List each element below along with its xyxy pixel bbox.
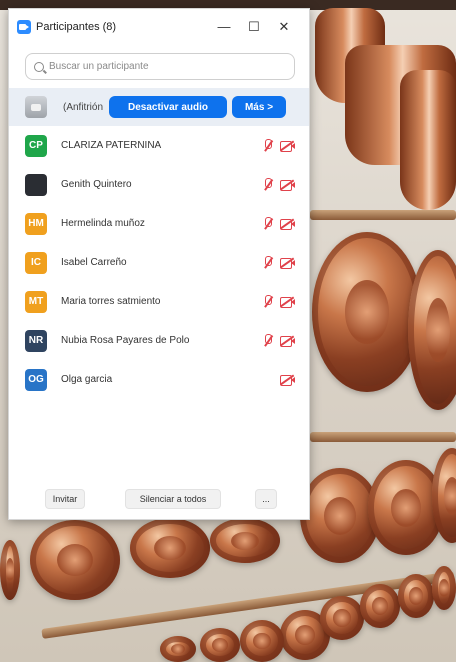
copper-mold <box>200 628 240 662</box>
video-off-icon <box>280 374 295 386</box>
avatar: IC <box>25 251 47 274</box>
footer-bar: Invitar Silenciar a todos ... <box>9 479 309 519</box>
mute-all-button[interactable]: Silenciar a todos <box>125 489 221 509</box>
avatar <box>25 173 47 196</box>
wall-rail <box>310 432 456 442</box>
list-item[interactable]: IC Isabel Carreño <box>9 243 309 282</box>
mic-muted-icon <box>262 139 274 152</box>
list-item[interactable]: OG Olga garcia <box>9 360 309 399</box>
list-item[interactable]: Genith Quintero <box>9 165 309 204</box>
invite-button[interactable]: Invitar <box>45 489 85 509</box>
participant-status <box>262 217 295 230</box>
participant-name: Olga garcia <box>61 374 113 385</box>
list-item[interactable]: NR Nubia Rosa Payares de Polo <box>9 321 309 360</box>
participant-status <box>280 374 295 386</box>
zoom-camera-icon <box>17 20 31 34</box>
copper-mold <box>432 566 456 610</box>
copper-mold <box>0 540 20 600</box>
participants-window: Participantes (8) — ☐ ✕ (Anfitrión Desac… <box>8 8 310 520</box>
maximize-button[interactable]: ☐ <box>239 9 269 45</box>
more-button[interactable]: Más > <box>232 96 287 118</box>
copper-cup <box>400 70 456 210</box>
host-name: (Anfitrión <box>63 101 104 113</box>
video-off-icon <box>280 257 295 269</box>
participant-status <box>262 178 295 191</box>
copper-mold <box>312 232 422 392</box>
mic-muted-icon <box>262 256 274 269</box>
copper-mold <box>210 518 280 563</box>
search-input[interactable] <box>49 61 289 72</box>
video-off-icon <box>280 140 295 152</box>
avatar: NR <box>25 329 47 352</box>
copper-mold <box>240 620 284 662</box>
video-off-icon <box>280 179 295 191</box>
avatar: CP <box>25 134 47 157</box>
list-item[interactable]: HM Hermelinda muñoz <box>9 204 309 243</box>
copper-mold <box>160 636 196 662</box>
copper-mold <box>360 584 400 628</box>
copper-mold <box>130 518 210 578</box>
search-box[interactable] <box>25 53 295 80</box>
list-item[interactable]: MT Maria torres satmiento <box>9 282 309 321</box>
minimize-button[interactable]: — <box>209 9 239 45</box>
mic-muted-icon <box>262 217 274 230</box>
wall-rail <box>310 210 456 220</box>
video-off-icon <box>280 218 295 230</box>
avatar: HM <box>25 212 47 235</box>
list-item[interactable]: CP CLARIZA PATERNINA <box>9 126 309 165</box>
mic-muted-icon <box>262 334 274 347</box>
title-bar[interactable]: Participantes (8) — ☐ ✕ <box>9 9 309 45</box>
avatar <box>25 96 47 118</box>
more-options-button[interactable]: ... <box>255 489 277 509</box>
avatar: MT <box>25 290 47 313</box>
mic-muted-icon <box>262 295 274 308</box>
video-off-icon <box>280 335 295 347</box>
copper-mold <box>320 596 364 640</box>
participant-status <box>262 139 295 152</box>
search-icon <box>34 61 44 72</box>
video-off-icon <box>280 296 295 308</box>
participant-status <box>262 334 295 347</box>
close-button[interactable]: ✕ <box>269 9 299 45</box>
copper-mold <box>30 520 120 600</box>
host-row[interactable]: (Anfitrión Desactivar audio Más > <box>9 88 309 126</box>
participant-status <box>262 295 295 308</box>
participant-list: (Anfitrión Desactivar audio Más > CP CLA… <box>9 88 309 399</box>
mute-audio-button[interactable]: Desactivar audio <box>109 96 228 118</box>
avatar: OG <box>25 368 47 391</box>
participant-status <box>262 256 295 269</box>
window-title: Participantes (8) <box>36 21 117 33</box>
mic-muted-icon <box>262 178 274 191</box>
copper-mold <box>398 574 434 618</box>
